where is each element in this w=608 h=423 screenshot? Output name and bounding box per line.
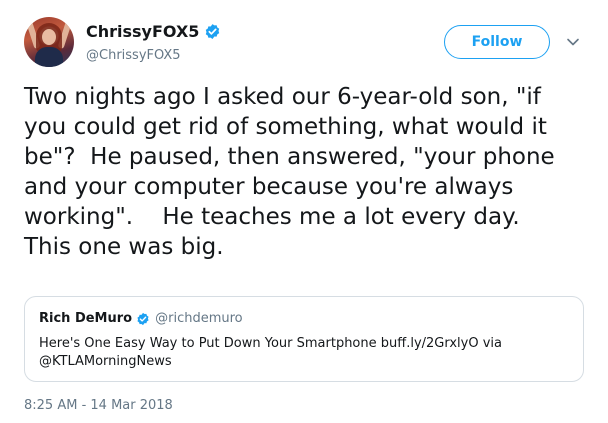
author-name-row[interactable]: ChrissyFOX5 bbox=[86, 22, 221, 41]
quoted-verified-badge-icon bbox=[137, 312, 149, 325]
tweet-card: ChrissyFOX5 @ChrissyFOX5 Follow Two nigh… bbox=[0, 0, 608, 423]
avatar-face bbox=[42, 29, 56, 45]
quoted-tweet-header: Rich DeMuro @richdemuro bbox=[39, 311, 243, 326]
tweet-text: Two nights ago I asked our 6-year-old so… bbox=[24, 84, 555, 260]
avatar-body bbox=[35, 47, 63, 67]
author-handle[interactable]: @ChrissyFOX5 bbox=[86, 48, 181, 63]
quoted-handle: @richdemuro bbox=[155, 311, 243, 326]
author-display-name[interactable]: ChrissyFOX5 bbox=[86, 22, 199, 41]
verified-badge-icon bbox=[206, 24, 220, 39]
chevron-down-icon[interactable] bbox=[566, 36, 580, 48]
avatar[interactable] bbox=[24, 17, 74, 67]
tweet-timestamp[interactable]: 8:25 AM - 14 Mar 2018 bbox=[24, 398, 173, 413]
quoted-display-name: Rich DeMuro bbox=[39, 311, 133, 326]
quoted-tweet-text: Here's One Easy Way to Put Down Your Sma… bbox=[39, 336, 502, 369]
follow-button[interactable]: Follow bbox=[444, 25, 550, 59]
quoted-tweet[interactable]: Rich DeMuro @richdemuro Here's One Easy … bbox=[24, 296, 584, 382]
